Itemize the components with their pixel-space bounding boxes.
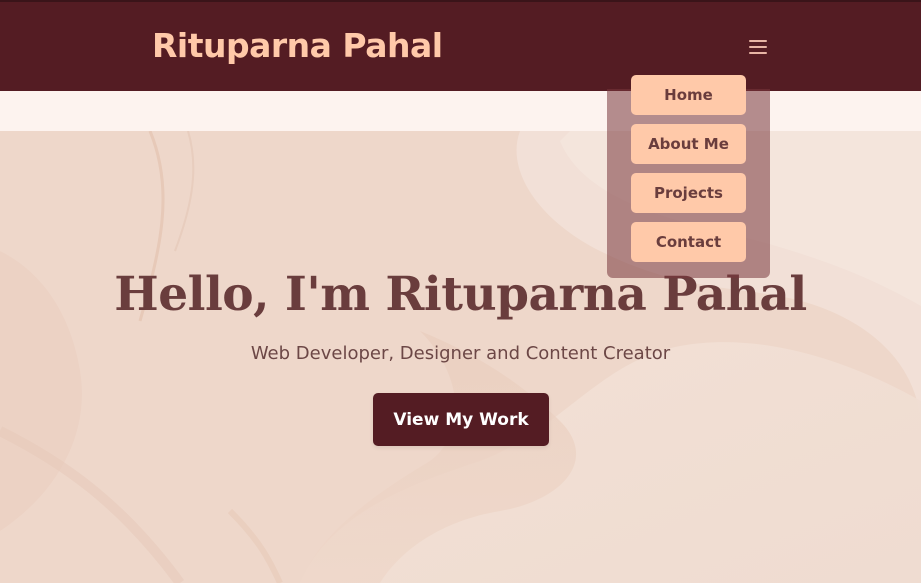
menu-item-contact[interactable]: Contact [631,222,746,262]
hamburger-line [749,40,767,42]
menu-item-home[interactable]: Home [631,75,746,115]
hero-title: Hello, I'm Rituparna Pahal [114,267,807,322]
header-subband [0,91,921,131]
hamburger-line [749,52,767,54]
hamburger-icon[interactable] [747,38,769,56]
view-my-work-button[interactable]: View My Work [373,393,549,446]
hero-subtitle: Web Developer, Designer and Content Crea… [250,343,671,364]
menu-item-projects[interactable]: Projects [631,173,746,213]
brand-logo-text[interactable]: Rituparna Pahal [152,26,443,65]
hamburger-line [749,46,767,48]
navbar: Rituparna Pahal [0,2,921,91]
hero-section: Hello, I'm Rituparna Pahal Web Developer… [0,131,921,583]
menu-item-about-me[interactable]: About Me [631,124,746,164]
dropdown-nav-menu: Home About Me Projects Contact [607,75,770,278]
